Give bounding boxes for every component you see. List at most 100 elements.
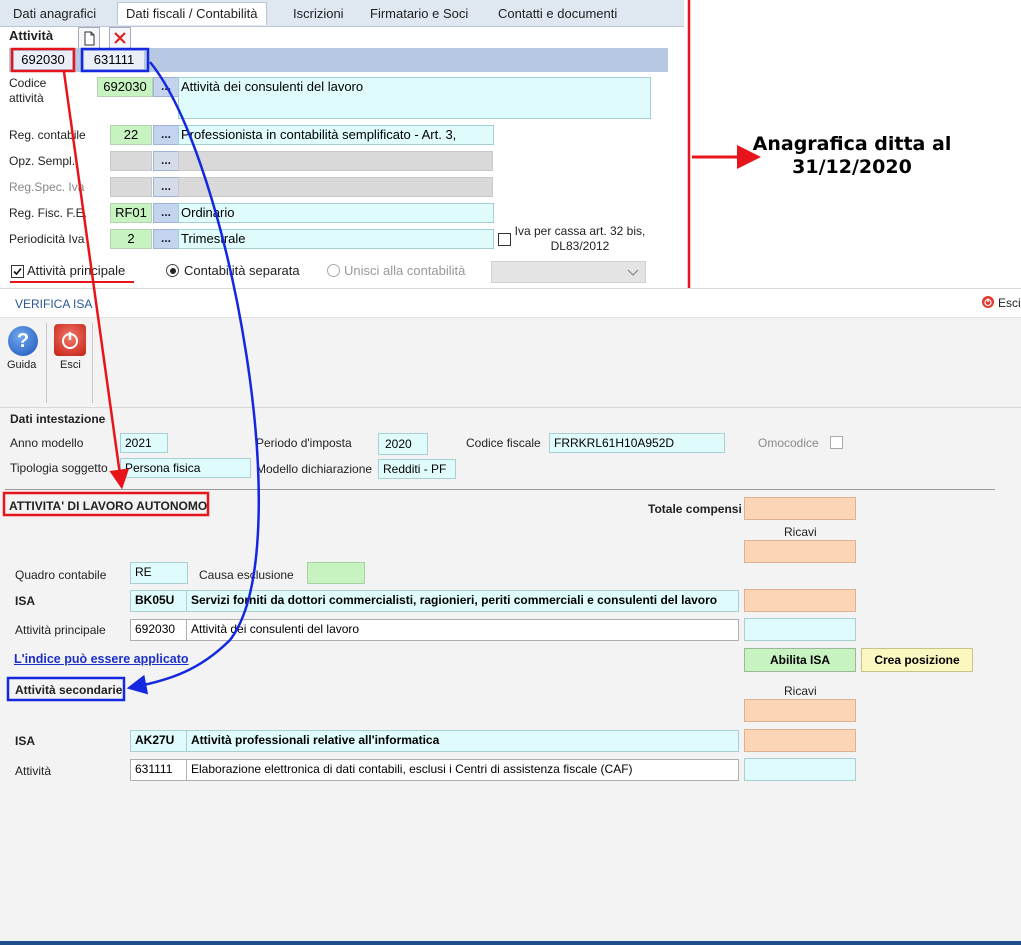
attivita-secondaria-description: Elaborazione elettronica di dati contabi…	[186, 759, 739, 781]
chevron-down-icon	[627, 269, 639, 276]
attivita-principale-value-field[interactable]	[744, 618, 856, 641]
help-icon[interactable]: ?	[8, 326, 38, 356]
ricavi-field[interactable]	[744, 540, 856, 563]
codice-attivita-description: Attività dei consulenti del lavoro	[178, 77, 651, 119]
isa-code-field[interactable]: BK05U	[130, 590, 188, 612]
reg-contabile-description: Professionista in contabilità semplifica…	[178, 125, 494, 145]
reg-contabile-lookup-button[interactable]: ...	[153, 125, 179, 145]
totale-compensi-label: Totale compensi	[648, 502, 742, 516]
reg-spec-iva-label: Reg.Spec. Iva	[9, 180, 85, 194]
codice-attivita-code[interactable]: 692030	[97, 77, 153, 97]
opz-sempl-code[interactable]	[110, 151, 152, 171]
intestazione-heading: Dati intestazione	[10, 412, 106, 426]
annotation-note: Anagrafica ditta al 31/12/2020	[752, 133, 952, 178]
isa-secondaria-description: Attività professionali relative all'info…	[186, 730, 739, 752]
isa-secondaria-code[interactable]: AK27U	[130, 730, 188, 752]
reg-fisc-fe-code[interactable]: RF01	[110, 203, 152, 223]
delete-icon[interactable]	[109, 27, 131, 49]
isa-title-bar	[0, 289, 1021, 318]
periodicita-iva-lookup-button[interactable]: ...	[153, 229, 179, 249]
toolbar-separator	[0, 407, 1021, 408]
opz-sempl-lookup-button[interactable]: ...	[153, 151, 179, 171]
tab-firmatario-soci[interactable]: Firmatario e Soci	[370, 3, 468, 25]
toolbar-divider	[46, 323, 47, 403]
attivita-principale-isa-label: Attività principale	[15, 623, 106, 637]
abilita-isa-button[interactable]: Abilita ISA	[744, 648, 856, 672]
periodicita-iva-description: Trimestrale	[178, 229, 494, 249]
reg-contabile-code[interactable]: 22	[110, 125, 152, 145]
attivita-secondaria-label: Attività	[15, 764, 52, 778]
reg-contabile-label: Reg. contabile	[9, 128, 86, 142]
attivita-secondaria-value-field[interactable]	[744, 758, 856, 781]
ricavi-secondarie-label: Ricavi	[784, 684, 817, 698]
attivita-section-label: Attività	[9, 28, 54, 43]
reg-fisc-fe-description: Ordinario	[178, 203, 494, 223]
exit-icon[interactable]	[982, 296, 994, 308]
codice-fiscale-field[interactable]: FRRKRL61H10A952D	[549, 433, 725, 453]
isa-secondaria-value-field[interactable]	[744, 729, 856, 752]
activity-code-secondary[interactable]: 631111	[84, 51, 144, 69]
omocodice-checkbox[interactable]	[830, 436, 843, 449]
activity-code-main[interactable]: 692030	[14, 51, 72, 69]
tab-dati-fiscali[interactable]: Dati fiscali / Contabilità	[117, 2, 267, 25]
attivita-principale-checkbox[interactable]	[11, 265, 24, 278]
isa-label: ISA	[15, 594, 36, 608]
tab-iscrizioni[interactable]: Iscrizioni	[293, 3, 344, 25]
ricavi-secondarie-field[interactable]	[744, 699, 856, 722]
guida-button-label[interactable]: Guida	[7, 359, 36, 371]
reg-fisc-fe-lookup-button[interactable]: ...	[153, 203, 179, 223]
codice-attivita-label: Codice attività	[9, 76, 47, 105]
tipologia-soggetto-field[interactable]: Persona fisica	[120, 458, 251, 478]
attivita-principale-label: Attività principale	[27, 263, 126, 278]
section-separator	[5, 489, 995, 490]
attivita-secondaria-code[interactable]: 631111	[130, 759, 188, 781]
unisci-contabilita-dropdown[interactable]	[491, 261, 646, 283]
isa-value-field[interactable]	[744, 589, 856, 612]
isa-description-field: Servizi forniti da dottori commercialist…	[186, 590, 739, 612]
toolbar-divider-2	[92, 323, 93, 403]
modello-dichiarazione-field[interactable]: Redditi - PF	[378, 459, 456, 479]
esci-button-label[interactable]: Esci	[60, 359, 81, 371]
anno-modello-field[interactable]: 2021	[120, 433, 168, 453]
top-window: Dati anagrafici Dati fiscali / Contabili…	[0, 0, 686, 288]
periodicita-iva-label: Periodicità Iva	[9, 232, 85, 246]
iva-per-cassa-label: Iva per cassa art. 32 bis, DL83/2012	[514, 224, 646, 253]
opz-sempl-description	[178, 151, 493, 171]
tipologia-soggetto-label: Tipologia soggetto	[10, 461, 108, 475]
isa-secondaria-label: ISA	[15, 734, 36, 748]
codice-fiscale-label: Codice fiscale	[466, 436, 541, 450]
unisci-contabilita-radio[interactable]	[327, 264, 340, 277]
reg-fisc-fe-label: Reg. Fisc. F.E.	[9, 206, 88, 220]
reg-spec-iva-code[interactable]	[110, 177, 152, 197]
omocodice-label: Omocodice	[758, 436, 819, 450]
modello-dichiarazione-label: Modello dichiarazione	[256, 462, 373, 476]
bottom-border	[0, 941, 1021, 945]
tab-dati-anagrafici[interactable]: Dati anagrafici	[13, 3, 96, 25]
verifica-isa-window: VERIFICA ISA Esci ? Guida Esci Dati inte…	[0, 288, 1021, 945]
attivita-principale-code[interactable]: 692030	[130, 619, 188, 641]
contabilita-separata-radio[interactable]	[166, 264, 179, 277]
exit-link[interactable]: Esci	[998, 296, 1021, 310]
iva-per-cassa-checkbox[interactable]	[498, 233, 511, 246]
anno-modello-label: Anno modello	[10, 436, 84, 450]
unisci-contabilita-label: Unisci alla contabilità	[344, 263, 466, 278]
causa-esclusione-label: Causa esclusione	[199, 568, 294, 582]
periodo-imposta-field[interactable]: 2020	[378, 433, 428, 455]
periodicita-iva-code[interactable]: 2	[110, 229, 152, 249]
tab-contatti-documenti[interactable]: Contatti e documenti	[498, 3, 617, 25]
reg-spec-iva-description	[178, 177, 493, 197]
totale-compensi-field[interactable]	[744, 497, 856, 520]
quadro-contabile-label: Quadro contabile	[15, 568, 107, 582]
ricavi-label: Ricavi	[784, 525, 817, 539]
power-icon[interactable]	[54, 324, 86, 356]
indice-applicabile-link[interactable]: L'indice può essere applicato	[14, 652, 189, 666]
isa-window-title: VERIFICA ISA	[15, 297, 93, 311]
new-document-icon[interactable]	[78, 27, 100, 49]
tab-bar: Dati anagrafici Dati fiscali / Contabili…	[0, 0, 684, 27]
codice-attivita-lookup-button[interactable]: ...	[153, 77, 179, 97]
attivita-secondarie-heading: Attività secondarie	[15, 683, 123, 697]
causa-esclusione-field[interactable]	[307, 562, 365, 584]
quadro-contabile-field[interactable]: RE	[130, 562, 188, 584]
crea-posizione-button[interactable]: Crea posizione	[861, 648, 973, 672]
reg-spec-iva-lookup-button[interactable]: ...	[153, 177, 179, 197]
